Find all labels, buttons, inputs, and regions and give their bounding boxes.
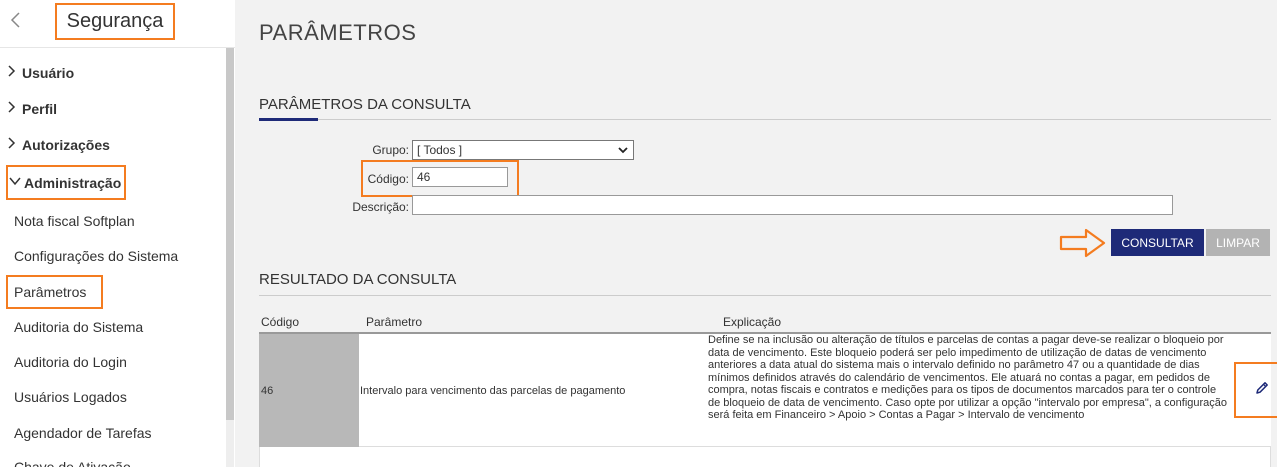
table-empty-area bbox=[259, 447, 1271, 467]
sidebar-item-configuracoes[interactable]: Configurações do Sistema bbox=[14, 245, 178, 267]
sidebar-item-agendador[interactable]: Agendador de Tarefas bbox=[14, 422, 152, 444]
descricao-input[interactable] bbox=[412, 195, 1173, 215]
cell-explicacao: Define se na inclusão ou alteração de tí… bbox=[708, 334, 1228, 421]
results-section-title: RESULTADO DA CONSULTA bbox=[259, 271, 457, 288]
sidebar-item-parametros[interactable]: Parâmetros bbox=[6, 275, 103, 309]
consultar-button[interactable]: CONSULTAR bbox=[1111, 229, 1204, 256]
grupo-label: Grupo: bbox=[372, 143, 409, 157]
section-divider bbox=[259, 295, 1271, 296]
sidebar-group-administracao[interactable]: Administração bbox=[6, 165, 126, 200]
sidebar-group-perfil[interactable]: Perfil bbox=[0, 94, 57, 124]
sidebar-group-label: Usuário bbox=[22, 65, 75, 81]
grupo-select[interactable]: [ Todos ] bbox=[412, 140, 634, 160]
main-content: PARÂMETROS PARÂMETROS DA CONSULTA Grupo:… bbox=[235, 0, 1277, 467]
sidebar-title-highlight: Segurança bbox=[55, 3, 175, 40]
page-title: PARÂMETROS bbox=[259, 20, 417, 45]
sidebar-group-label: Perfil bbox=[22, 101, 58, 117]
query-section-title: PARÂMETROS DA CONSULTA bbox=[259, 96, 471, 113]
codigo-input[interactable]: 46 bbox=[412, 167, 508, 187]
table-header-explicacao: Explicação bbox=[723, 315, 782, 329]
descricao-label: Descrição: bbox=[352, 200, 409, 214]
limpar-button[interactable]: LIMPAR bbox=[1206, 229, 1270, 256]
chevron-right-icon bbox=[6, 64, 22, 83]
edit-button[interactable] bbox=[1234, 362, 1277, 418]
sidebar-item-chave-ativacao[interactable]: Chave de Ativação bbox=[14, 456, 131, 467]
sidebar-group-label: Autorizações bbox=[22, 137, 110, 153]
sidebar-item-usuarios-logados[interactable]: Usuários Logados bbox=[14, 386, 127, 408]
codigo-label: Código: bbox=[367, 172, 409, 186]
chevron-down-icon bbox=[8, 174, 24, 192]
chevron-right-icon bbox=[6, 100, 22, 119]
sidebar-scrollbar-track bbox=[226, 420, 234, 467]
chevron-down-icon bbox=[617, 141, 629, 164]
sidebar-title: Segurança bbox=[66, 10, 164, 32]
sidebar-header: Segurança bbox=[0, 0, 235, 48]
sidebar: Segurança Usuário Perfil Autorizações Ad… bbox=[0, 0, 235, 467]
grupo-select-value: [ Todos ] bbox=[417, 143, 463, 157]
sidebar-group-label: Administração bbox=[24, 174, 122, 191]
arrow-right-icon bbox=[1058, 227, 1108, 259]
table-row[interactable]: 46 Intervalo para vencimento das parcela… bbox=[259, 334, 1277, 447]
sidebar-group-usuario[interactable]: Usuário bbox=[0, 58, 74, 88]
back-chevron-icon[interactable] bbox=[8, 10, 28, 34]
chevron-right-icon bbox=[6, 136, 22, 155]
section-divider-accent bbox=[259, 118, 318, 121]
sidebar-item-auditoria-login[interactable]: Auditoria do Login bbox=[14, 351, 127, 373]
sidebar-scrollbar[interactable] bbox=[226, 48, 234, 420]
cell-codigo: 46 bbox=[259, 334, 359, 447]
cell-parametro: Intervalo para vencimento das parcelas d… bbox=[360, 384, 626, 397]
sidebar-item-auditoria-sistema[interactable]: Auditoria do Sistema bbox=[14, 316, 143, 338]
sidebar-item-nota-fiscal[interactable]: Nota fiscal Softplan bbox=[14, 210, 135, 232]
sidebar-group-autorizacoes[interactable]: Autorizações bbox=[0, 130, 110, 160]
results-table: Código Parâmetro Explicação 46 Intervalo… bbox=[259, 312, 1277, 467]
pencil-icon bbox=[1254, 380, 1270, 401]
section-divider bbox=[259, 119, 1271, 120]
table-header-parametro: Parâmetro bbox=[366, 315, 423, 329]
table-header-codigo: Código bbox=[261, 315, 300, 329]
